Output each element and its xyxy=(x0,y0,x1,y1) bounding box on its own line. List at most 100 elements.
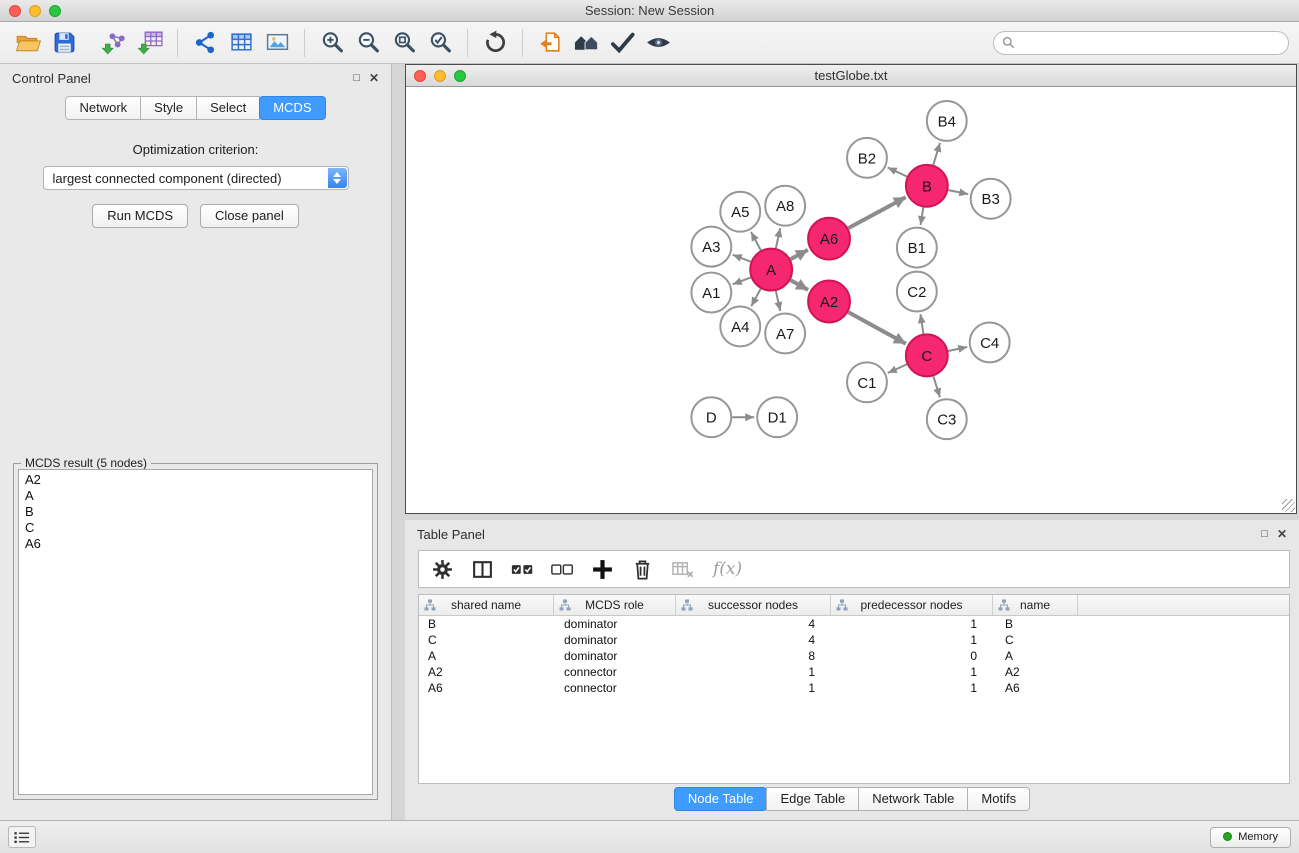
edge-A-A3[interactable] xyxy=(733,255,751,262)
window-resize-grip[interactable] xyxy=(1282,499,1295,512)
zoom-in-button[interactable] xyxy=(314,26,350,60)
edge-A-A4[interactable] xyxy=(751,289,760,306)
select-all-rows-button[interactable] xyxy=(509,556,536,583)
node-B4[interactable]: B4 xyxy=(927,101,967,141)
node-C2[interactable]: C2 xyxy=(897,272,937,312)
table-row[interactable]: A2connector11A2 xyxy=(419,664,1289,680)
zoom-window-button[interactable] xyxy=(49,5,61,17)
edge-A-A1[interactable] xyxy=(733,277,751,284)
home-button[interactable] xyxy=(568,26,604,60)
run-mcds-button[interactable]: Run MCDS xyxy=(92,204,188,228)
new-network-button[interactable] xyxy=(187,26,223,60)
node-A6[interactable]: A6 xyxy=(808,218,850,260)
table-tab-network-table[interactable]: Network Table xyxy=(858,787,968,811)
column-header-name[interactable]: name xyxy=(993,595,1078,615)
tab-network[interactable]: Network xyxy=(65,96,141,120)
network-close-button[interactable] xyxy=(414,70,426,82)
annotations-button[interactable] xyxy=(604,26,640,60)
column-chooser-button[interactable] xyxy=(469,556,496,583)
close-window-button[interactable] xyxy=(9,5,21,17)
result-item[interactable]: A xyxy=(19,488,372,504)
column-header-MCDS-role[interactable]: MCDS role xyxy=(554,595,676,615)
result-item[interactable]: C xyxy=(19,520,372,536)
edge-C-C3[interactable] xyxy=(933,376,939,397)
import-table-file-button[interactable] xyxy=(132,26,168,60)
node-A7[interactable]: A7 xyxy=(765,313,805,353)
edge-B-B2[interactable] xyxy=(888,168,907,177)
edge-A-A8[interactable] xyxy=(776,228,780,248)
node-A8[interactable]: A8 xyxy=(765,186,805,226)
export-image-button[interactable] xyxy=(259,26,295,60)
search-box[interactable] xyxy=(993,31,1289,55)
network-minimize-button[interactable] xyxy=(434,70,446,82)
node-A3[interactable]: A3 xyxy=(691,227,731,267)
node-C[interactable]: C xyxy=(906,334,948,376)
import-network-file-button[interactable] xyxy=(96,26,132,60)
tab-mcds[interactable]: MCDS xyxy=(259,96,325,120)
delete-column-button[interactable] xyxy=(629,556,656,583)
node-B[interactable]: B xyxy=(906,165,948,207)
node-A2[interactable]: A2 xyxy=(808,281,850,323)
zoom-selected-button[interactable] xyxy=(422,26,458,60)
control-panel-close-icon[interactable]: ✕ xyxy=(369,71,379,85)
node-B2[interactable]: B2 xyxy=(847,138,887,178)
node-B1[interactable]: B1 xyxy=(897,228,937,268)
show-graphics-button[interactable] xyxy=(640,26,676,60)
node-B3[interactable]: B3 xyxy=(971,179,1011,219)
network-canvas[interactable]: B4B2BB3A5A8A6A3B1AA1C2A2A4A7C4CC1DD1C3 xyxy=(406,87,1296,513)
node-A4[interactable]: A4 xyxy=(720,306,760,346)
edge-A-A5[interactable] xyxy=(751,232,761,250)
zoom-out-button[interactable] xyxy=(350,26,386,60)
result-item[interactable]: A6 xyxy=(19,536,372,552)
edge-A6-B[interactable] xyxy=(848,197,905,228)
edge-B-B1[interactable] xyxy=(921,207,924,225)
table-row[interactable]: A6connector11A6 xyxy=(419,680,1289,696)
deselect-all-rows-button[interactable] xyxy=(549,556,576,583)
table-row[interactable]: Bdominator41B xyxy=(419,616,1289,632)
column-header-predecessor-nodes[interactable]: predecessor nodes xyxy=(831,595,993,615)
table-tab-edge-table[interactable]: Edge Table xyxy=(766,787,859,811)
open-session-button[interactable] xyxy=(10,26,46,60)
node-C4[interactable]: C4 xyxy=(970,322,1010,362)
save-session-button[interactable] xyxy=(46,26,82,60)
task-history-button[interactable] xyxy=(8,826,36,848)
table-panel-close-icon[interactable]: ✕ xyxy=(1277,527,1287,541)
result-item[interactable]: A2 xyxy=(19,472,372,488)
mcds-result-list[interactable]: A2ABCA6 xyxy=(18,469,373,795)
node-A5[interactable]: A5 xyxy=(720,192,760,232)
network-zoom-button[interactable] xyxy=(454,70,466,82)
edge-A-A2[interactable] xyxy=(790,280,808,290)
node-C1[interactable]: C1 xyxy=(847,362,887,402)
column-header-successor-nodes[interactable]: successor nodes xyxy=(676,595,831,615)
edge-B-B4[interactable] xyxy=(933,143,940,165)
node-C3[interactable]: C3 xyxy=(927,399,967,439)
minimize-window-button[interactable] xyxy=(29,5,41,17)
function-builder-button[interactable]: f(x) xyxy=(709,559,742,579)
search-input[interactable] xyxy=(1020,36,1280,50)
zoom-fit-button[interactable] xyxy=(386,26,422,60)
node-D[interactable]: D xyxy=(691,397,731,437)
table-tab-node-table[interactable]: Node Table xyxy=(674,787,768,811)
add-column-button[interactable] xyxy=(589,556,616,583)
control-panel-float-icon[interactable]: □ xyxy=(353,73,360,84)
edge-A2-C[interactable] xyxy=(848,312,906,344)
edge-A-A7[interactable] xyxy=(776,291,780,311)
result-item[interactable]: B xyxy=(19,504,372,520)
network-window-titlebar[interactable]: testGlobe.txt xyxy=(406,65,1296,87)
table-panel-float-icon[interactable]: □ xyxy=(1261,529,1268,540)
tab-style[interactable]: Style xyxy=(140,96,197,120)
edge-C-C1[interactable] xyxy=(888,364,907,373)
criterion-dropdown[interactable]: largest connected component (directed) xyxy=(43,166,349,190)
tab-select[interactable]: Select xyxy=(196,96,260,120)
edge-C-C4[interactable] xyxy=(948,347,967,351)
table-row[interactable]: Cdominator41C xyxy=(419,632,1289,648)
node-A1[interactable]: A1 xyxy=(691,273,731,313)
table-row[interactable]: Adominator80A xyxy=(419,648,1289,664)
refresh-view-button[interactable] xyxy=(477,26,513,60)
edge-A-A6[interactable] xyxy=(791,250,808,259)
close-panel-button[interactable]: Close panel xyxy=(200,204,299,228)
table-settings-button[interactable] xyxy=(429,556,456,583)
network-graph[interactable]: B4B2BB3A5A8A6A3B1AA1C2A2A4A7C4CC1DD1C3 xyxy=(406,87,1296,513)
node-D1[interactable]: D1 xyxy=(757,397,797,437)
edge-C-C2[interactable] xyxy=(920,314,923,334)
